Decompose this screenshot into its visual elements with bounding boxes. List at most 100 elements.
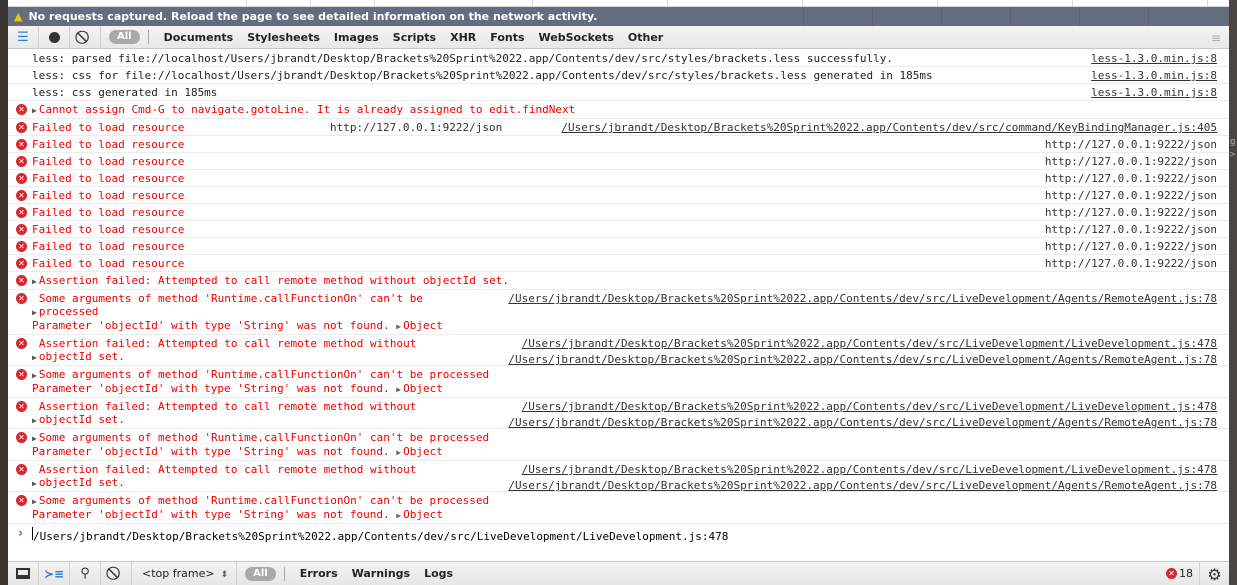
record-icon	[48, 31, 60, 43]
filter-images[interactable]: Images	[327, 31, 386, 44]
expand-triangle-icon: ▶	[396, 385, 402, 394]
expand-triangle-icon[interactable]: ▶	[32, 416, 37, 425]
filter-other[interactable]: Other	[621, 31, 670, 44]
record-button[interactable]	[39, 25, 70, 49]
message-text: Assertion failed: Attempted to call remo…	[38, 400, 423, 426]
expand-triangle-icon: ▶	[396, 511, 402, 520]
console-filter-all[interactable]: All	[245, 566, 276, 581]
console-error-row: ✕ ▶ Cannot assign Cmd-G to navigate.gotoLi…	[8, 101, 1229, 119]
expand-triangle-icon[interactable]: ▶	[32, 106, 37, 115]
inspect-button[interactable]: ⚲	[70, 561, 101, 585]
error-icon: ✕	[16, 241, 27, 252]
console-drawer-button[interactable]: ≻≡	[39, 561, 70, 585]
console-messages: less: parsed file://localhost/Users/jbra…	[8, 50, 1229, 561]
expand-triangle-icon[interactable]: ▶	[32, 371, 37, 380]
resource-url: http://127.0.0.1:9222/json	[330, 121, 503, 134]
message-text: Assertion failed: Attempted to call remo…	[38, 463, 423, 489]
console-error-row: ✕ Failed to load resource http://127.0.0.1…	[8, 255, 1229, 272]
console-error-row: ✕ Failed to load resource http://127.0.0.1…	[8, 119, 1229, 136]
error-icon: ✕	[16, 139, 27, 150]
error-icon: ✕	[16, 293, 27, 304]
message-text: Failed to load resource	[32, 257, 185, 270]
expand-triangle-icon[interactable]: ▶	[32, 353, 37, 362]
object-link[interactable]: ▶ Object	[396, 319, 443, 332]
object-link[interactable]: ▶ Object	[396, 508, 443, 521]
console-error-row: ✕ Failed to load resource http://127.0.0.1…	[8, 170, 1229, 187]
source-link[interactable]: /Users/jbrandt/Desktop/Brackets%20Sprint…	[522, 463, 1217, 476]
divider	[283, 566, 285, 581]
source-link[interactable]: less-1.3.0.min.js:8	[1091, 86, 1217, 99]
object-link[interactable]: ▶ Object	[396, 382, 443, 395]
expand-triangle-icon[interactable]: ▶	[32, 434, 37, 443]
expand-triangle-icon[interactable]: ▶	[32, 308, 37, 317]
error-count-badge[interactable]: ✕ 18	[1166, 567, 1193, 580]
filter-scripts[interactable]: Scripts	[386, 31, 443, 44]
frame-select-value: <top frame>	[142, 566, 215, 580]
large-rows-button[interactable]: ☰	[8, 25, 39, 49]
console-prompt[interactable]: › /Users/jbrandt/Desktop/Brackets%20Sprin…	[8, 524, 1229, 543]
prompt-chevron-icon: ›	[18, 526, 23, 540]
error-icon: ✕	[16, 432, 27, 443]
source-link[interactable]: less-1.3.0.min.js:8	[1091, 52, 1217, 65]
object-link[interactable]: ▶ Object	[396, 445, 443, 458]
filter-websockets[interactable]: WebSockets	[532, 31, 621, 44]
filter-errors[interactable]: Errors	[293, 567, 345, 580]
filter-logs[interactable]: Logs	[417, 567, 460, 580]
frame-select[interactable]: <top frame> ⬍	[132, 561, 238, 585]
console-icon: ≻≡	[43, 566, 65, 581]
settings-button[interactable]: ⚙	[1199, 562, 1229, 585]
source-link[interactable]: less-1.3.0.min.js:8	[1091, 69, 1217, 82]
expand-triangle-icon[interactable]: ▶	[32, 497, 37, 506]
error-icon: ✕	[16, 258, 27, 269]
console-error-row: ✕ ▶Assertion failed: Attempted to call re…	[8, 398, 1229, 429]
filter-fonts[interactable]: Fonts	[483, 31, 531, 44]
filter-all-pill[interactable]: All	[109, 30, 140, 44]
message-text: Failed to load resource	[32, 138, 185, 151]
filter-warnings[interactable]: Warnings	[345, 567, 417, 580]
error-count: 18	[1179, 567, 1193, 580]
console-error-row: ✕ ▶Assertion failed: Attempted to call re…	[8, 461, 1229, 492]
source-link[interactable]: /Users/jbrandt/Desktop/Brackets%20Sprint…	[508, 416, 1217, 429]
network-empty-banner: ▲ No requests captured. Reload the page t…	[8, 7, 1229, 26]
resource-url: http://127.0.0.1:9222/json	[1044, 138, 1217, 151]
search-icon: ⚲	[80, 566, 90, 581]
dock-button[interactable]	[8, 561, 39, 585]
console-error-row: ✕ Failed to load resource http://127.0.0.1…	[8, 187, 1229, 204]
resize-handle-icon[interactable]: ≡	[1211, 31, 1221, 45]
resource-url: http://127.0.0.1:9222/json	[1044, 223, 1217, 236]
message-text: Failed to load resource	[32, 206, 185, 219]
error-icon: ✕	[16, 369, 27, 380]
console-log-row: less: css generated in 185ms less-1.3.0.m…	[8, 84, 1229, 101]
source-link[interactable]: /Users/jbrandt/Desktop/Brackets%20Sprint…	[522, 400, 1217, 413]
filter-stylesheets[interactable]: Stylesheets	[240, 31, 327, 44]
filter-documents[interactable]: Documents	[157, 31, 241, 44]
resource-url: http://127.0.0.1:9222/json	[1044, 257, 1217, 270]
console-error-row: ✕ Failed to load resource http://127.0.0.1…	[8, 221, 1229, 238]
message-text: Some arguments of method 'Runtime.callFu…	[38, 292, 430, 318]
source-link[interactable]: /Users/jbrandt/Desktop/Brackets%20Sprint…	[508, 479, 1217, 492]
source-link[interactable]: /Users/jbrandt/Desktop/Brackets%20Sprint…	[561, 121, 1217, 134]
clear-console-button[interactable]: ⃠	[101, 561, 132, 585]
source-link[interactable]: /Users/jbrandt/Desktop/Brackets%20Sprint…	[33, 530, 728, 543]
console-error-row: ✕ Failed to load resource http://127.0.0.1…	[8, 153, 1229, 170]
background-window-edge: g >	[1229, 0, 1237, 585]
message-text: Failed to load resource	[32, 189, 185, 202]
filter-xhr[interactable]: XHR	[443, 31, 483, 44]
message-detail: Parameter 'objectId' with type 'String' …	[32, 445, 390, 458]
message-text: Some arguments of method 'Runtime.callFu…	[38, 494, 490, 507]
console-error-row: ✕ Failed to load resource http://127.0.0.1…	[8, 204, 1229, 221]
clear-network-button[interactable]: ⃠	[70, 25, 101, 49]
console-error-row: ✕ ▶Assertion failed: Attempted to call re…	[8, 335, 1229, 366]
message-text: Some arguments of method 'Runtime.callFu…	[38, 368, 490, 381]
error-icon: ✕	[16, 464, 27, 475]
expand-triangle-icon[interactable]: ▶	[32, 277, 37, 286]
error-icon: ✕	[16, 275, 27, 286]
error-icon: ✕	[16, 122, 27, 133]
expand-triangle-icon[interactable]: ▶	[32, 479, 37, 488]
message-text: less: css generated in 185ms	[32, 86, 218, 99]
gear-icon: ⚙	[1207, 564, 1222, 584]
source-link[interactable]: /Users/jbrandt/Desktop/Brackets%20Sprint…	[508, 292, 1217, 305]
source-link[interactable]: /Users/jbrandt/Desktop/Brackets%20Sprint…	[522, 337, 1217, 350]
console-error-row: ✕ Failed to load resource http://127.0.0.1…	[8, 238, 1229, 255]
source-link[interactable]: /Users/jbrandt/Desktop/Brackets%20Sprint…	[508, 353, 1217, 366]
